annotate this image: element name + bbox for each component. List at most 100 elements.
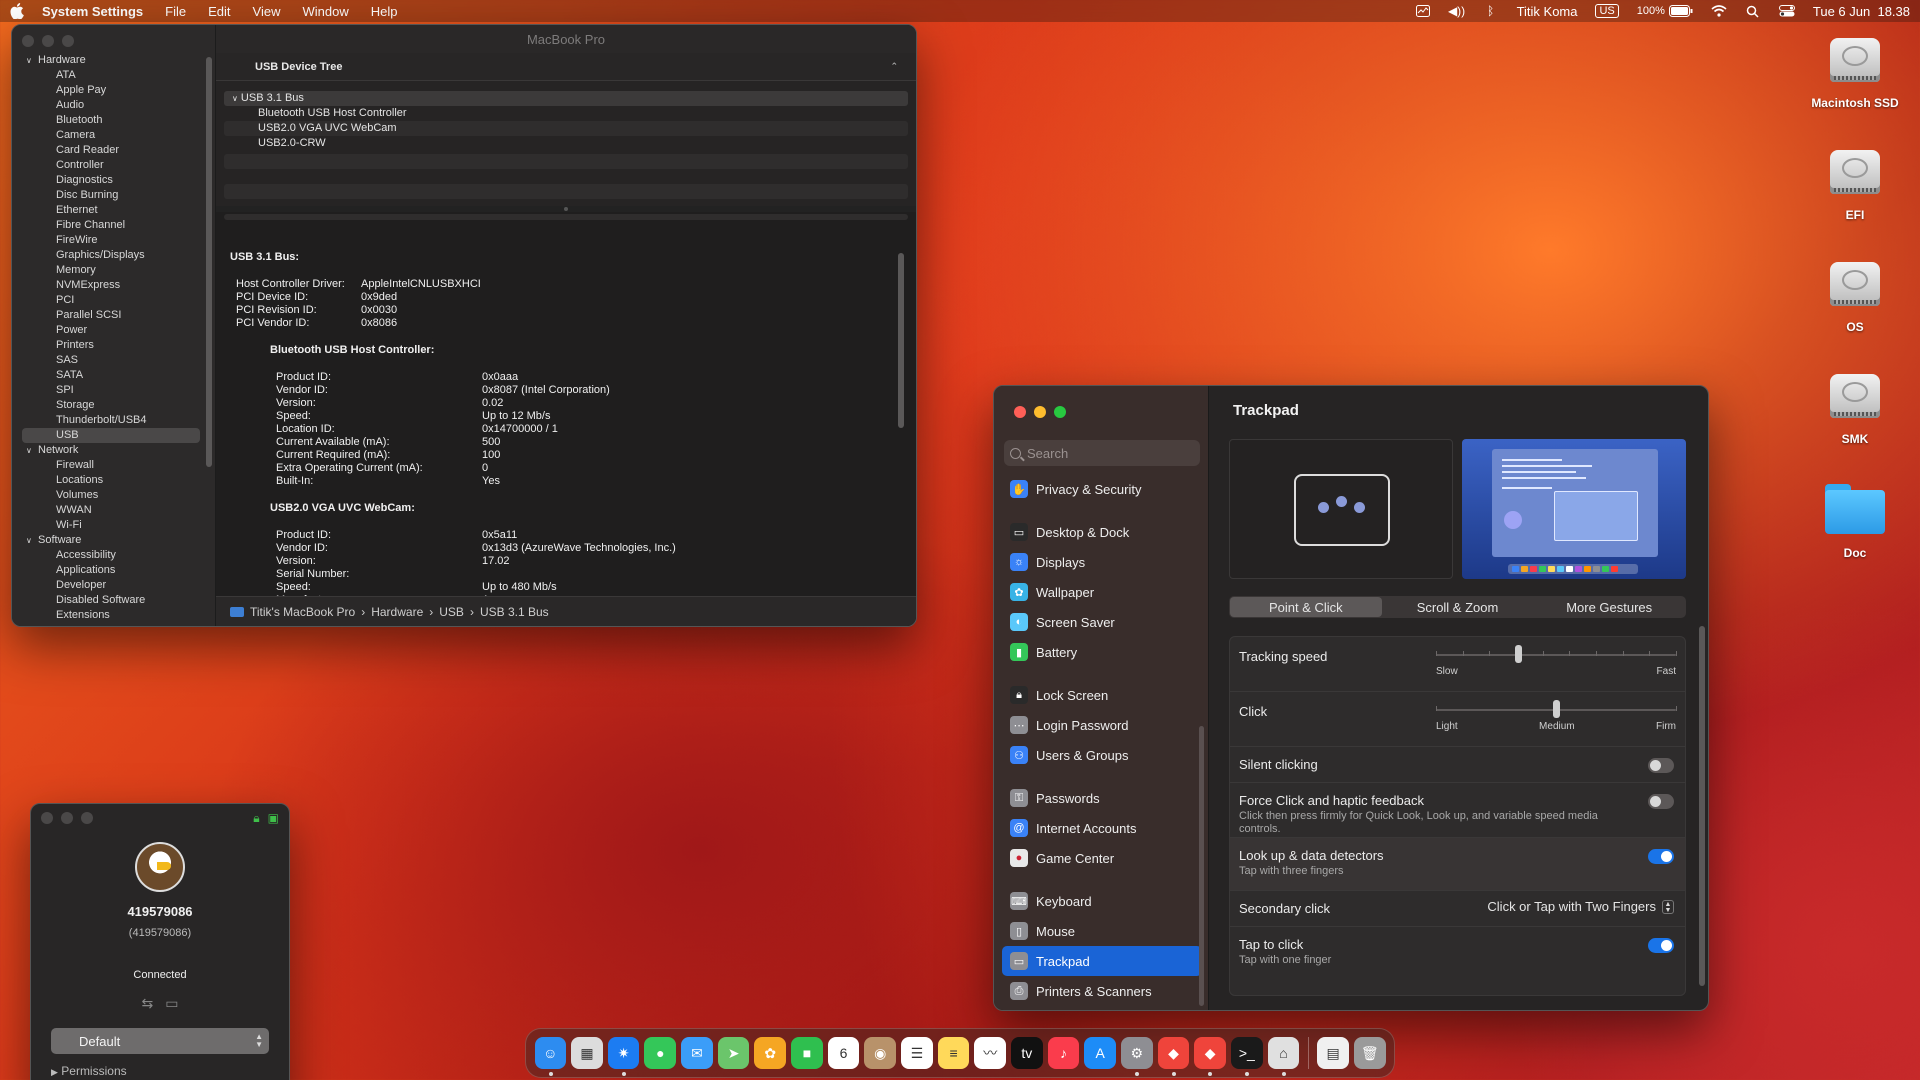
chevron-down-icon[interactable]: ∨	[26, 533, 34, 548]
tree-item[interactable]: SATA	[12, 368, 208, 383]
path-segment[interactable]: USB 3.1 Bus	[480, 605, 549, 619]
desktop-item-os[interactable]: OS	[1800, 256, 1910, 334]
terminal-icon[interactable]: >_	[1230, 1037, 1263, 1076]
tree-item[interactable]: Disc Burning	[12, 188, 208, 203]
tree-item[interactable]: Controller	[12, 158, 208, 173]
tree-item[interactable]: NVMExpress	[12, 278, 208, 293]
sidebar-item-screen-saver[interactable]: ◐ Screen Saver	[1002, 607, 1202, 637]
tree-item[interactable]: Locations	[12, 473, 208, 488]
launchpad-icon[interactable]: ▦	[571, 1037, 603, 1069]
tree-item[interactable]: SPI	[12, 383, 208, 398]
sidebar-item-lock-screen[interactable]: 🔒︎ Lock Screen	[1002, 680, 1202, 710]
menu-view[interactable]: View	[253, 4, 281, 19]
close-button[interactable]	[22, 35, 34, 47]
lock-icon[interactable]: 🔒︎	[253, 811, 259, 826]
apple-tv-icon[interactable]: tv	[1011, 1037, 1043, 1069]
tab-scroll-zoom[interactable]: Scroll & Zoom	[1382, 597, 1534, 617]
finder-icon[interactable]: ☺	[534, 1037, 567, 1076]
sidebar-item-printers-scanners[interactable]: ⎙ Printers & Scanners	[1002, 976, 1202, 1006]
tree-item[interactable]: Developer	[12, 578, 208, 593]
tree-item[interactable]: USB	[22, 428, 200, 443]
facetime-icon[interactable]: ■	[791, 1037, 823, 1069]
slider-knob[interactable]	[1514, 645, 1522, 663]
tree-item[interactable]: Parallel SCSI	[12, 308, 208, 323]
sidebar-item-desktop-dock[interactable]: ▭ Desktop & Dock	[1002, 517, 1202, 547]
tree-item[interactable]: Disabled Software	[12, 593, 208, 608]
tree-group-software[interactable]: ∨ Software	[12, 533, 208, 548]
path-segment[interactable]: USB	[439, 605, 464, 619]
tree-item[interactable]: Apple Pay	[12, 83, 208, 98]
desktop-item-macintosh-ssd[interactable]: Macintosh SSD	[1800, 32, 1910, 110]
profile-popup[interactable]: Default ▲ ▼	[51, 1028, 269, 1054]
tree-item[interactable]: Firewall	[12, 458, 208, 473]
path-segment[interactable]: Hardware	[371, 605, 423, 619]
permissions-disclosure[interactable]: ▶ Permissions	[51, 1064, 289, 1078]
spotlight-search-icon[interactable]	[1745, 4, 1761, 18]
apple-menu-icon[interactable]	[10, 3, 24, 19]
content-scrollbar[interactable]	[1699, 626, 1705, 986]
secondary-click-popup[interactable]: Click or Tap with Two Fingers ▲ ▼	[1487, 899, 1674, 914]
tree-item[interactable]: Accessibility	[12, 548, 208, 563]
tree-item[interactable]: Diagnostics	[12, 173, 208, 188]
device-tree-bus-row[interactable]: ∨ USB 3.1 Bus	[224, 91, 908, 106]
chevron-down-icon[interactable]: ∨	[232, 94, 238, 103]
sidebar-item-privacy-security[interactable]: ✋ Privacy & Security	[1002, 474, 1202, 504]
sidebar-item-users-groups[interactable]: ⚇ Users & Groups	[1002, 740, 1202, 770]
anydesk-icon[interactable]: ◆	[1157, 1037, 1190, 1076]
tree-item[interactable]: ATA	[12, 68, 208, 83]
tree-group-network[interactable]: ∨ Network	[12, 443, 208, 458]
sidebar-scrollbar[interactable]	[206, 57, 212, 467]
sidebar-item-mouse[interactable]: ▯ Mouse	[1002, 916, 1202, 946]
minimize-button[interactable]	[1034, 406, 1046, 418]
tree-group-hardware[interactable]: ∨ Hardware	[12, 53, 208, 68]
menu-app-name[interactable]: System Settings	[42, 4, 143, 19]
contacts-icon[interactable]: ◉	[864, 1037, 897, 1069]
tree-item[interactable]: Wi-Fi	[12, 518, 208, 533]
desktop-item-doc[interactable]: Doc	[1800, 480, 1910, 560]
mail-icon[interactable]: ✉	[681, 1037, 713, 1069]
tree-item[interactable]: WWAN	[12, 503, 208, 518]
zoom-button[interactable]	[62, 35, 74, 47]
tree-item[interactable]: Audio	[12, 98, 208, 113]
menu-file[interactable]: File	[165, 4, 186, 19]
notes-icon[interactable]: ≡	[937, 1037, 970, 1069]
maps-icon[interactable]: ➤	[717, 1037, 750, 1069]
device-tree-row[interactable]: USB2.0 VGA UVC WebCam	[224, 121, 908, 136]
user-name[interactable]: Titik Koma	[1517, 4, 1578, 19]
tap-to-click-toggle[interactable]	[1648, 938, 1674, 953]
tree-item[interactable]: FireWire	[12, 233, 208, 248]
close-button[interactable]	[1014, 406, 1026, 418]
path-segment[interactable]: Titik's MacBook Pro	[250, 605, 355, 619]
battery-status[interactable]: 100%	[1637, 5, 1693, 17]
tree-item[interactable]: Printers	[12, 338, 208, 353]
close-button[interactable]	[41, 812, 53, 824]
tab-point-click[interactable]: Point & Click	[1230, 597, 1382, 617]
tree-item[interactable]: Memory	[12, 263, 208, 278]
device-tree-header[interactable]: USB Device Tree ⌃	[216, 53, 916, 81]
file-transfer-icon[interactable]: ⇆	[142, 995, 154, 1012]
zoom-button[interactable]	[81, 812, 93, 824]
device-tree-row[interactable]: Bluetooth USB Host Controller	[224, 106, 908, 121]
sidebar-item-login-password[interactable]: ⋯ Login Password	[1002, 710, 1202, 740]
silent-clicking-toggle[interactable]	[1648, 758, 1674, 773]
control-center-icon[interactable]	[1778, 4, 1795, 18]
menu-window[interactable]: Window	[302, 4, 348, 19]
app-store-icon[interactable]: A	[1084, 1037, 1116, 1069]
tree-item[interactable]: Storage	[12, 398, 208, 413]
chat-icon[interactable]: ▭	[165, 995, 178, 1012]
desktop-item-efi[interactable]: EFI	[1800, 144, 1910, 222]
tree-item[interactable]: Volumes	[12, 488, 208, 503]
chevron-up-icon[interactable]: ⌃	[890, 61, 898, 72]
calendar-icon[interactable]: 6	[827, 1037, 860, 1069]
tree-item[interactable]: Camera	[12, 128, 208, 143]
tab-more-gestures[interactable]: More Gestures	[1533, 597, 1685, 617]
tree-item[interactable]: Power	[12, 323, 208, 338]
clock[interactable]: Tue 6 Jun 18.38	[1813, 4, 1910, 19]
system-information-icon[interactable]: ⌂	[1267, 1037, 1300, 1076]
sidebar-item-trackpad[interactable]: ▭ Trackpad	[1002, 946, 1202, 976]
details-scrollbar[interactable]	[898, 253, 904, 428]
sidebar-item-displays[interactable]: ☼ Displays	[1002, 547, 1202, 577]
freeform-icon[interactable]: 〰	[974, 1037, 1007, 1069]
minimize-button[interactable]	[61, 812, 73, 824]
volume-icon[interactable]: ◀))	[1448, 4, 1465, 18]
